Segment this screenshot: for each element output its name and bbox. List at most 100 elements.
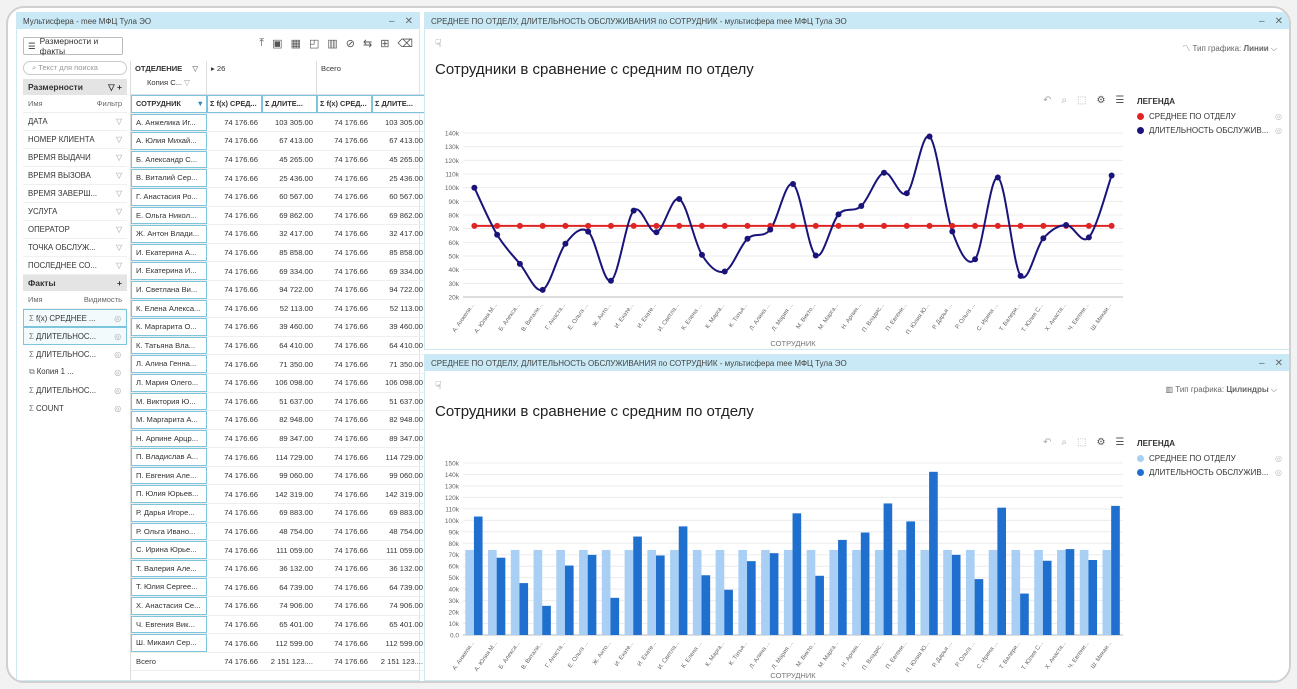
filter-icon[interactable]: ▽ xyxy=(116,135,122,144)
legend-item[interactable]: СРЕДНЕЕ ПО ОТДЕЛУ ◎ xyxy=(1137,454,1282,463)
settings-icon[interactable]: ⚙ xyxy=(1096,437,1105,448)
row-label[interactable]: К. Елена Алекса... xyxy=(131,299,207,318)
row-label[interactable]: Г. Анастасия Ро... xyxy=(131,187,207,206)
eye-icon[interactable]: ◎ xyxy=(114,332,121,341)
row-label[interactable]: И. Екатерина А... xyxy=(131,243,207,262)
close-icon[interactable]: ✕ xyxy=(1275,358,1283,369)
split-icon[interactable]: ⇆ xyxy=(363,37,372,50)
dimension-item[interactable]: ОПЕРАТОР ▽ xyxy=(23,221,127,239)
row-label[interactable]: М. Виктория Ю... xyxy=(131,392,207,411)
column-value[interactable]: ▸ 26 xyxy=(207,61,317,94)
measure-header[interactable]: Σ f(x) СРЕД... xyxy=(207,95,262,113)
row-label[interactable]: А. Юлия Михай... xyxy=(131,132,207,150)
filter-icon[interactable]: ▽ xyxy=(116,189,122,198)
row-label[interactable]: К. Татьяна Вла... xyxy=(131,336,207,355)
fact-item[interactable]: Σ COUNT ◎ xyxy=(23,399,127,417)
dimension-item[interactable]: НОМЕР КЛИЕНТА ▽ xyxy=(23,131,127,149)
row-label[interactable]: Л. Мария Олего... xyxy=(131,373,207,392)
row-label[interactable]: Ж. Антон Влади... xyxy=(131,225,207,243)
row-label[interactable]: Всего xyxy=(131,653,207,671)
legend-item[interactable]: ДЛИТЕЛЬНОСТЬ ОБСЛУЖИВ... ◎ xyxy=(1137,468,1282,477)
list-icon[interactable]: ☰ xyxy=(1115,437,1124,448)
eye-icon[interactable]: ◎ xyxy=(114,386,121,395)
eye-icon[interactable]: ◎ xyxy=(114,404,121,413)
fact-item[interactable]: ⧉ Копия 1 ... ◎ xyxy=(23,363,127,381)
minimize-icon[interactable]: – xyxy=(1259,358,1265,369)
filter-icon[interactable]: ▽ xyxy=(116,153,122,162)
add-fact-icon[interactable]: + xyxy=(117,278,122,288)
add-dimension-icon[interactable]: ▽ + xyxy=(108,82,122,93)
filter-icon[interactable]: ▽ xyxy=(116,207,122,216)
undo-icon[interactable]: ↶ xyxy=(1043,95,1051,106)
select-icon[interactable]: ⬚ xyxy=(1077,95,1086,106)
dimension-item[interactable]: ТОЧКА ОБСЛУЖ... ▽ xyxy=(23,239,127,257)
row-label[interactable]: М. Маргарита А... xyxy=(131,411,207,429)
measure-header[interactable]: Σ ДЛИТЕ... xyxy=(372,95,427,113)
column-dimension[interactable]: ОТДЕЛЕНИЕ ▽ xyxy=(135,64,202,73)
row-label[interactable]: А. Анжелика Иг... xyxy=(131,113,207,132)
formula-icon[interactable]: ⊘ xyxy=(346,37,355,50)
minimize-icon[interactable]: – xyxy=(1259,16,1265,27)
clear-icon[interactable]: ⌫ xyxy=(397,37,413,50)
filter-icon[interactable]: ▽ xyxy=(116,225,122,234)
dimension-item[interactable]: ВРЕМЯ ЗАВЕРШ... ▽ xyxy=(23,185,127,203)
row-label[interactable]: П. Юлия Юрьев... xyxy=(131,485,207,504)
drag-icon[interactable]: ☟ xyxy=(435,37,442,50)
dimension-item[interactable]: УСЛУГА ▽ xyxy=(23,203,127,221)
dimension-item[interactable]: ВРЕМЯ ВЫДАЧИ ▽ xyxy=(23,149,127,167)
dimension-item[interactable]: ВРЕМЯ ВЫЗОВА ▽ xyxy=(23,167,127,185)
zoom-icon[interactable]: ⌕ xyxy=(1061,95,1067,106)
fact-item[interactable]: Σ ДЛИТЕЛЬНОС... ◎ xyxy=(23,381,127,399)
settings-icon[interactable]: ⚙ xyxy=(1096,95,1105,106)
fact-item[interactable]: Σ f(x) СРЕДНЕЕ ... ◎ xyxy=(23,309,127,327)
chart-icon[interactable]: ▥ xyxy=(327,37,337,50)
filter-icon[interactable]: ▽ xyxy=(116,243,122,252)
dimension-item[interactable]: ДАТА ▽ xyxy=(23,113,127,131)
row-label[interactable]: В. Виталий Сер... xyxy=(131,169,207,187)
undo-icon[interactable]: ↶ xyxy=(1043,437,1051,448)
row-label[interactable]: И. Екатерина И... xyxy=(131,262,207,280)
row-label[interactable]: Х. Анастасия Се... xyxy=(131,597,207,615)
eye-icon[interactable]: ◎ xyxy=(114,314,121,323)
close-icon[interactable]: ✕ xyxy=(405,16,413,27)
row-label[interactable]: П. Евгения Але... xyxy=(131,466,207,485)
row-label[interactable]: С. Ирина Юрье... xyxy=(131,541,207,559)
chart-type-select[interactable]: 〽 Тип графика: Линии ⌵ xyxy=(1182,43,1277,54)
chart-type-select[interactable]: ▥ Тип графика: Цилиндры ⌵ xyxy=(1166,385,1278,395)
zoom-icon[interactable]: ⌕ xyxy=(1061,437,1067,448)
fact-item[interactable]: Σ ДЛИТЕЛЬНОС... ◎ xyxy=(23,345,127,363)
eye-icon[interactable]: ◎ xyxy=(114,350,121,359)
row-label[interactable]: Е. Ольга Никол... xyxy=(131,206,207,225)
drag-icon[interactable]: ☟ xyxy=(435,379,442,392)
row-label[interactable]: Н. Арпине Арцр... xyxy=(131,429,207,448)
row-label[interactable]: Р. Ольга Ивано... xyxy=(131,522,207,541)
close-icon[interactable]: ✕ xyxy=(1275,16,1283,27)
legend-item[interactable]: ДЛИТЕЛЬНОСТЬ ОБСЛУЖИВ... ◎ xyxy=(1137,126,1282,135)
row-label[interactable]: Л. Алина Генна... xyxy=(131,355,207,373)
table-icon[interactable]: ▦ xyxy=(291,37,301,50)
list-icon[interactable]: ☰ xyxy=(1115,95,1124,106)
hierarchy-icon[interactable]: ⊞ xyxy=(380,37,389,50)
measure-header[interactable]: Σ ДЛИТЕ... xyxy=(262,95,317,113)
filter-icon[interactable]: ▽ xyxy=(116,261,122,270)
dims-facts-button[interactable]: ☰ Размерности и факты xyxy=(23,36,123,56)
row-dimension[interactable]: СОТРУДНИК ▼ xyxy=(131,95,207,113)
row-label[interactable]: Ч. Евгения Вик... xyxy=(131,615,207,634)
fact-item[interactable]: Σ ДЛИТЕЛЬНОС... ◎ xyxy=(23,327,127,345)
row-label[interactable]: Б. Александр С... xyxy=(131,150,207,169)
row-label[interactable]: Т. Юлия Сергее... xyxy=(131,578,207,597)
row-label[interactable]: П. Владислав А... xyxy=(131,448,207,466)
row-label[interactable]: Р. Дарья Игоре... xyxy=(131,504,207,522)
layout-icon[interactable]: ▣ xyxy=(272,37,282,50)
filter-icon[interactable]: ▽ xyxy=(116,171,122,180)
filter-icon[interactable]: ▽ xyxy=(116,117,122,126)
search-input[interactable]: ⌕ Текст для поиска xyxy=(23,61,127,75)
row-label[interactable]: Т. Валерия Але... xyxy=(131,559,207,578)
dimension-item[interactable]: ПОСЛЕДНЕЕ СО... ▽ xyxy=(23,257,127,275)
select-icon[interactable]: ⬚ xyxy=(1077,437,1086,448)
row-label[interactable]: И. Светлана Ви... xyxy=(131,280,207,299)
row-label[interactable]: Ш. Микаил Сер... xyxy=(131,634,207,652)
row-label[interactable]: К. Маргарита О... xyxy=(131,318,207,336)
eye-icon[interactable]: ◎ xyxy=(114,368,121,377)
legend-item[interactable]: СРЕДНЕЕ ПО ОТДЕЛУ ◎ xyxy=(1137,112,1282,121)
